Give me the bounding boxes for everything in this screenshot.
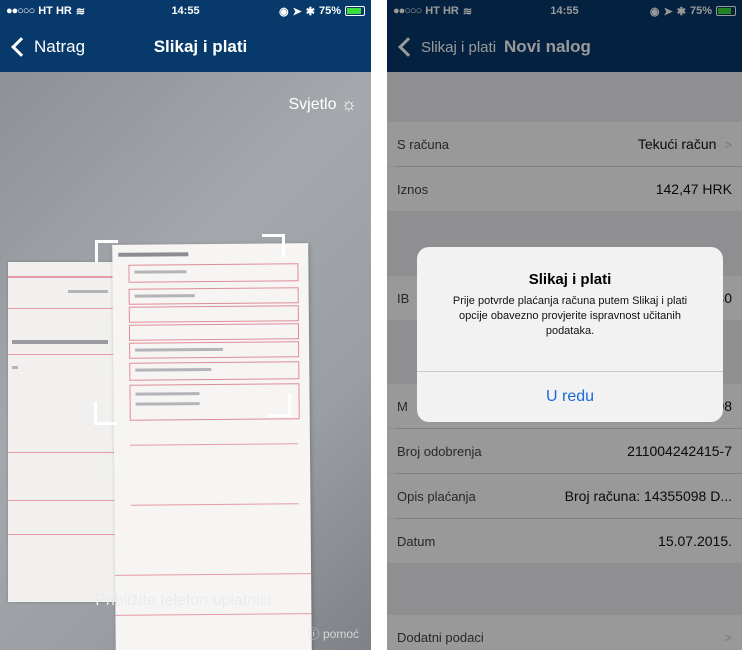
signal-icon: ●●○○○ [6,5,35,17]
help-label: pomoć [322,627,359,641]
payment-slip-right [112,243,312,650]
scan-frame-top-right [262,234,285,257]
camera-hint: Približite telefon uplatnici. [95,592,276,609]
status-time: 14:55 [171,5,200,17]
sun-icon: ☼ [340,94,358,114]
back-button-label: Natrag [34,37,86,56]
lock-icon: ◉ [278,5,289,18]
scan-frame-bottom-right [268,394,291,417]
wifi-icon: ≋ [75,5,86,18]
back-button[interactable]: Natrag [10,37,85,57]
help-button[interactable]: ⓘ pomoć [308,625,359,642]
ok-button[interactable]: U redu [417,371,723,422]
carrier-label: HT HR [38,5,72,17]
bluetooth-icon: ✱ [305,5,315,18]
location-icon: ➤ [292,5,302,18]
scan-frame-bottom-left [94,402,117,425]
light-toggle-button[interactable]: Svjetlo ☼ [288,94,357,115]
status-bar: ●●○○○ HT HR ≋ 14:55 ◉ ➤ ✱ 75% [0,0,371,22]
light-label: Svjetlo [288,95,337,113]
camera-viewfinder: Svjetlo ☼ Približite telefon uplatnici. … [0,72,371,650]
alert-dialog: Slikaj i plati Prije potvrde plaćanja ra… [417,247,723,422]
payment-slip-left [8,262,116,602]
chevron-left-icon [11,37,31,57]
alert-title: Slikaj i plati [528,271,612,288]
camera-screen: ●●○○○ HT HR ≋ 14:55 ◉ ➤ ✱ 75% Natrag Sli… [0,0,371,650]
battery-percent: 75% [318,5,342,17]
battery-icon [345,6,366,16]
info-icon: ⓘ [307,627,320,641]
nav-bar: Natrag Slikaj i plati [0,22,371,72]
alert-message: Prije potvrde plaćanja računa putem Slik… [452,295,688,337]
new-order-screen: ●●○○○ HT HR ≋ 14:55 ◉ ➤ ✱ 75% Slikaj i p… [387,0,742,650]
scan-frame-top-left [95,240,118,263]
